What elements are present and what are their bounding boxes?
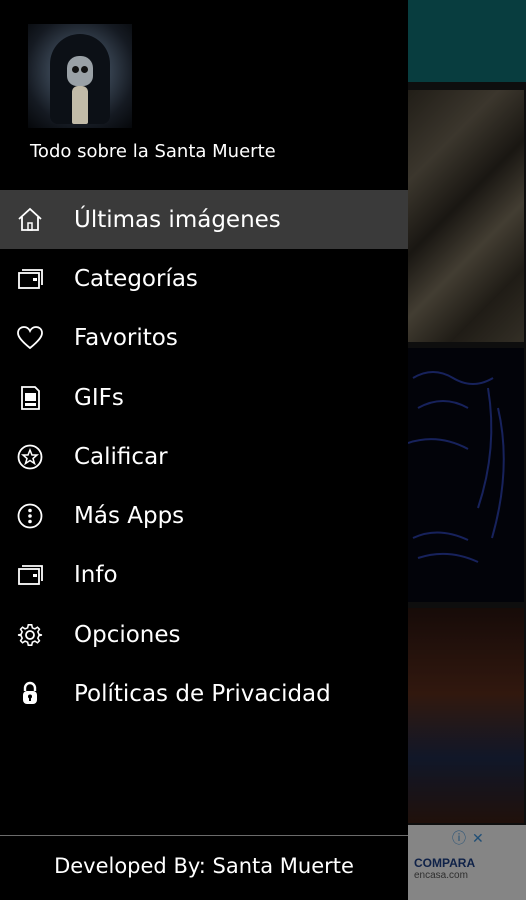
navigation-drawer: Todo sobre la Santa Muerte Últimas imáge…: [0, 0, 408, 900]
menu-item-latest-images[interactable]: Últimas imágenes: [0, 190, 408, 250]
more-circle-icon: [17, 503, 43, 529]
menu-item-rate[interactable]: Calificar: [0, 427, 408, 486]
star-circle-icon: [17, 444, 43, 470]
folders-icon: [18, 269, 43, 289]
footer-divider: [0, 835, 408, 836]
drawer-menu: Últimas imágenes Categorías Favoritos GI…: [0, 190, 408, 724]
menu-item-more-apps[interactable]: Más Apps: [0, 486, 408, 545]
app-logo: [28, 24, 132, 128]
heart-icon: [17, 326, 43, 350]
menu-item-gifs[interactable]: GIFs: [0, 368, 408, 427]
folders-icon: [18, 565, 43, 586]
menu-item-info[interactable]: Info: [0, 546, 408, 605]
lock-icon: [23, 681, 37, 705]
drawer-header: Todo sobre la Santa Muerte: [0, 0, 408, 185]
menu-item-categories[interactable]: Categorías: [0, 249, 408, 308]
menu-item-label: Favoritos: [74, 325, 178, 352]
menu-item-label: Calificar: [74, 443, 168, 470]
menu-item-label: Info: [74, 562, 118, 589]
gif-file-icon: [21, 385, 40, 410]
menu-item-label: Políticas de Privacidad: [74, 681, 331, 708]
menu-item-options[interactable]: Opciones: [0, 605, 408, 664]
menu-item-label: Más Apps: [74, 503, 185, 530]
developer-credit: Developed By: Santa Muerte: [54, 854, 354, 878]
menu-item-label: Opciones: [74, 621, 181, 648]
menu-item-favorites[interactable]: Favoritos: [0, 309, 408, 368]
home-icon: [18, 207, 42, 231]
menu-item-label: Categorías: [74, 265, 198, 292]
menu-item-label: GIFs: [74, 384, 124, 411]
menu-item-label: Últimas imágenes: [74, 206, 281, 233]
menu-item-privacy-policy[interactable]: Políticas de Privacidad: [0, 664, 408, 723]
app-name: Todo sobre la Santa Muerte: [30, 141, 276, 162]
gear-icon: [17, 623, 43, 646]
